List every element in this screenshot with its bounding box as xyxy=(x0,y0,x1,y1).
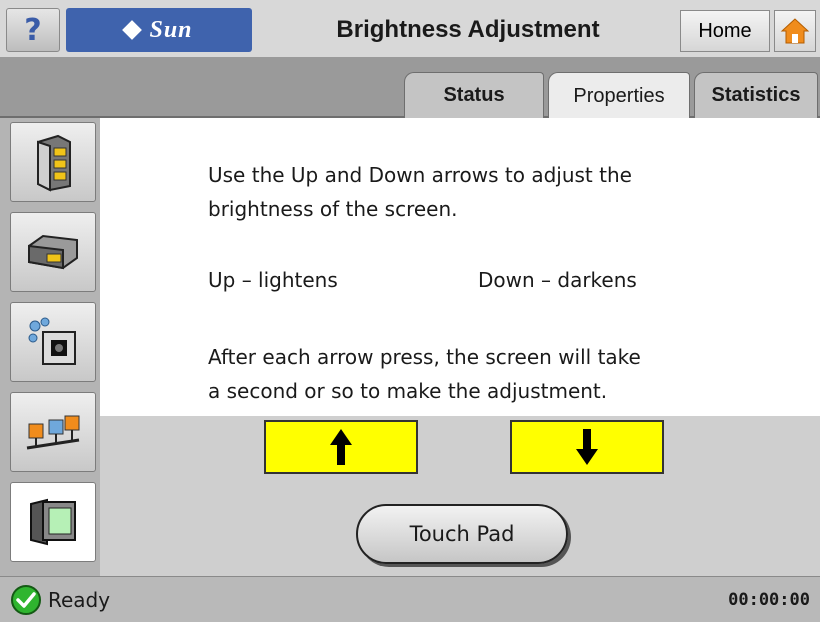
help-button[interactable]: ? xyxy=(6,8,60,52)
after-line-1: After each arrow press, the screen will … xyxy=(208,345,641,369)
intro-text: Use the Up and Down arrows to adjust the… xyxy=(208,158,768,226)
monitor-icon xyxy=(30,498,76,546)
house-icon xyxy=(780,18,810,44)
arrow-down-icon xyxy=(576,429,598,465)
logo-diamond-icon xyxy=(122,20,143,40)
tab-statistics-label: Statistics xyxy=(711,84,801,106)
network-icon xyxy=(26,415,80,450)
intro-line-1: Use the Up and Down arrows to adjust the xyxy=(208,163,632,187)
up-legend: Up – lightens xyxy=(208,268,338,292)
tab-statistics[interactable]: Statistics xyxy=(694,72,818,118)
tab-properties[interactable]: Properties xyxy=(548,72,690,120)
sidebar xyxy=(0,118,100,576)
arrow-up-icon xyxy=(330,429,352,465)
intro-line-2: brightness of the screen. xyxy=(208,197,458,221)
sidebar-item-display[interactable] xyxy=(10,482,96,562)
tab-strip: Status Properties Statistics xyxy=(0,58,820,120)
sidebar-item-storage[interactable] xyxy=(10,122,96,202)
status-bar: Ready 00:00:00 xyxy=(0,576,820,622)
storage-tower-icon xyxy=(37,134,71,192)
after-text: After each arrow press, the screen will … xyxy=(208,340,768,408)
touch-pad-button[interactable]: Touch Pad xyxy=(356,504,568,564)
main-content: Use the Up and Down arrows to adjust the… xyxy=(100,118,820,416)
sidebar-item-network[interactable] xyxy=(10,392,96,472)
controls-panel: Touch Pad xyxy=(100,416,820,576)
logo-text: Sun xyxy=(149,16,193,43)
sidebar-item-settings[interactable] xyxy=(10,302,96,382)
top-bar: ? Sun Brightness Adjustment Home xyxy=(0,0,820,58)
tab-properties-label: Properties xyxy=(573,85,665,107)
home-icon-button[interactable] xyxy=(774,10,816,52)
sidebar-item-disk[interactable] xyxy=(10,212,96,292)
help-icon: ? xyxy=(24,12,42,48)
down-legend: Down – darkens xyxy=(478,268,637,292)
home-button-label: Home xyxy=(698,19,752,42)
direction-legend: Up – lightens Down – darkens xyxy=(208,268,768,292)
tab-status[interactable]: Status xyxy=(404,72,544,118)
ready-check-icon xyxy=(11,585,41,615)
page-title: Brightness Adjustment xyxy=(336,16,600,43)
settings-camera-icon xyxy=(28,317,76,365)
sun-logo: Sun xyxy=(66,8,252,52)
brightness-down-button[interactable] xyxy=(510,420,664,474)
disk-drive-icon xyxy=(28,234,78,270)
tab-status-label: Status xyxy=(443,84,505,106)
brightness-up-button[interactable] xyxy=(264,420,418,474)
after-line-2: a second or so to make the adjustment. xyxy=(208,379,608,403)
touch-pad-label: Touch Pad xyxy=(409,522,515,546)
home-button[interactable]: Home xyxy=(680,10,770,52)
status-text: Ready xyxy=(48,588,111,612)
status-clock: 00:00:00 xyxy=(728,590,810,610)
